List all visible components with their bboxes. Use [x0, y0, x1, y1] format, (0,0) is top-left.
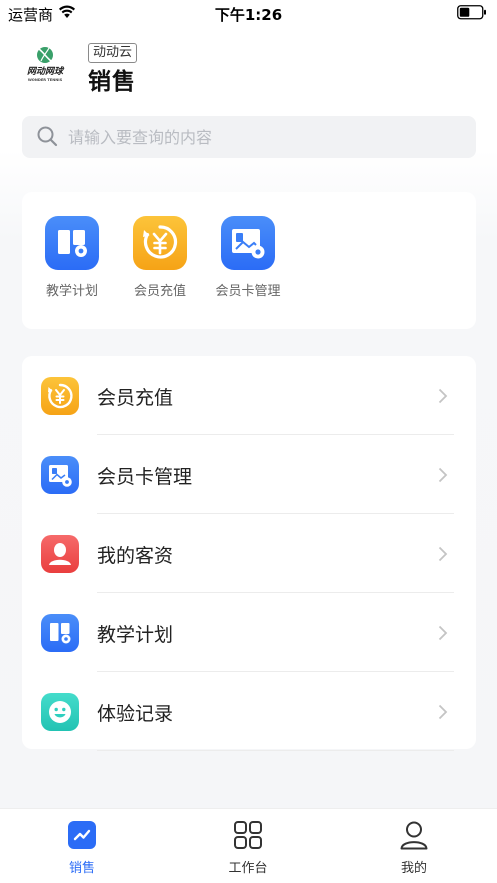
divider — [97, 671, 454, 672]
menu-item-label: 会员充值 — [97, 387, 174, 409]
sales-chart-icon — [68, 821, 96, 849]
quick-item-teaching-plan[interactable]: 教学计划 — [30, 216, 114, 299]
status-bar: 运营商 下午1:26 — [0, 0, 497, 26]
menu-list: 会员充值 会员卡管理 我的客资 教学计划 体验记录 — [22, 356, 476, 751]
tab-profile[interactable]: 我的 — [354, 819, 474, 876]
chevron-right-icon — [438, 467, 448, 483]
bottom-tab-bar: 销售 工作台 我的 — [0, 808, 497, 883]
tab-label: 我的 — [400, 861, 427, 876]
quick-item-label: 会员卡管理 — [215, 284, 281, 299]
teaching-plan-icon — [41, 614, 79, 652]
chevron-right-icon — [438, 625, 448, 641]
menu-item-label: 教学计划 — [97, 624, 174, 646]
status-time: 下午1:26 — [214, 6, 283, 24]
divider — [97, 750, 454, 751]
member-recharge-icon — [41, 377, 79, 415]
teaching-plan-icon — [45, 216, 99, 270]
chevron-right-icon — [438, 388, 448, 404]
tab-workbench[interactable]: 工作台 — [188, 819, 308, 876]
member-card-icon — [41, 456, 79, 494]
divider — [97, 513, 454, 514]
search-bar[interactable] — [22, 116, 476, 158]
profile-icon — [400, 821, 428, 850]
member-recharge-icon — [133, 216, 187, 270]
menu-item-my-clients[interactable]: 我的客资 — [22, 515, 476, 593]
menu-item-label: 体验记录 — [97, 703, 174, 725]
workbench-grid-icon — [234, 821, 262, 849]
menu-item-label: 我的客资 — [97, 545, 174, 567]
my-clients-icon — [41, 535, 79, 573]
quick-item-member-recharge[interactable]: 会员充值 — [118, 216, 202, 299]
battery-icon — [457, 5, 486, 20]
member-card-icon — [221, 216, 275, 270]
menu-item-member-recharge[interactable]: 会员充值 — [22, 357, 476, 435]
quick-access-panel: 教学计划 会员充值 会员卡管理 — [22, 192, 476, 329]
page-title: 销售 — [88, 69, 136, 95]
tab-sales[interactable]: 销售 — [22, 819, 142, 876]
logo-subtext: WONDER TENNIS — [28, 78, 63, 82]
brand-logo: 网动网球 WONDER TENNIS — [22, 44, 68, 84]
quick-item-label: 教学计划 — [45, 284, 98, 299]
menu-item-teaching-plan[interactable]: 教学计划 — [22, 594, 476, 672]
menu-item-trial-record[interactable]: 体验记录 — [22, 673, 476, 751]
quick-item-label: 会员充值 — [133, 284, 186, 299]
search-icon — [37, 126, 58, 147]
app-tag: 动动云 — [88, 43, 138, 63]
divider — [97, 592, 454, 593]
menu-item-member-card[interactable]: 会员卡管理 — [22, 436, 476, 514]
menu-item-label: 会员卡管理 — [97, 466, 193, 488]
tab-label: 工作台 — [228, 861, 268, 876]
tab-label: 销售 — [68, 861, 95, 876]
logo-text: 网动网球 — [27, 66, 65, 77]
quick-item-member-card[interactable]: 会员卡管理 — [206, 216, 290, 299]
trial-record-icon — [41, 693, 79, 731]
tennis-logo-icon: 网动网球 WONDER TENNIS — [27, 47, 65, 82]
chevron-right-icon — [438, 546, 448, 562]
divider — [97, 434, 454, 435]
search-input[interactable] — [68, 116, 468, 158]
chevron-right-icon — [438, 704, 448, 720]
